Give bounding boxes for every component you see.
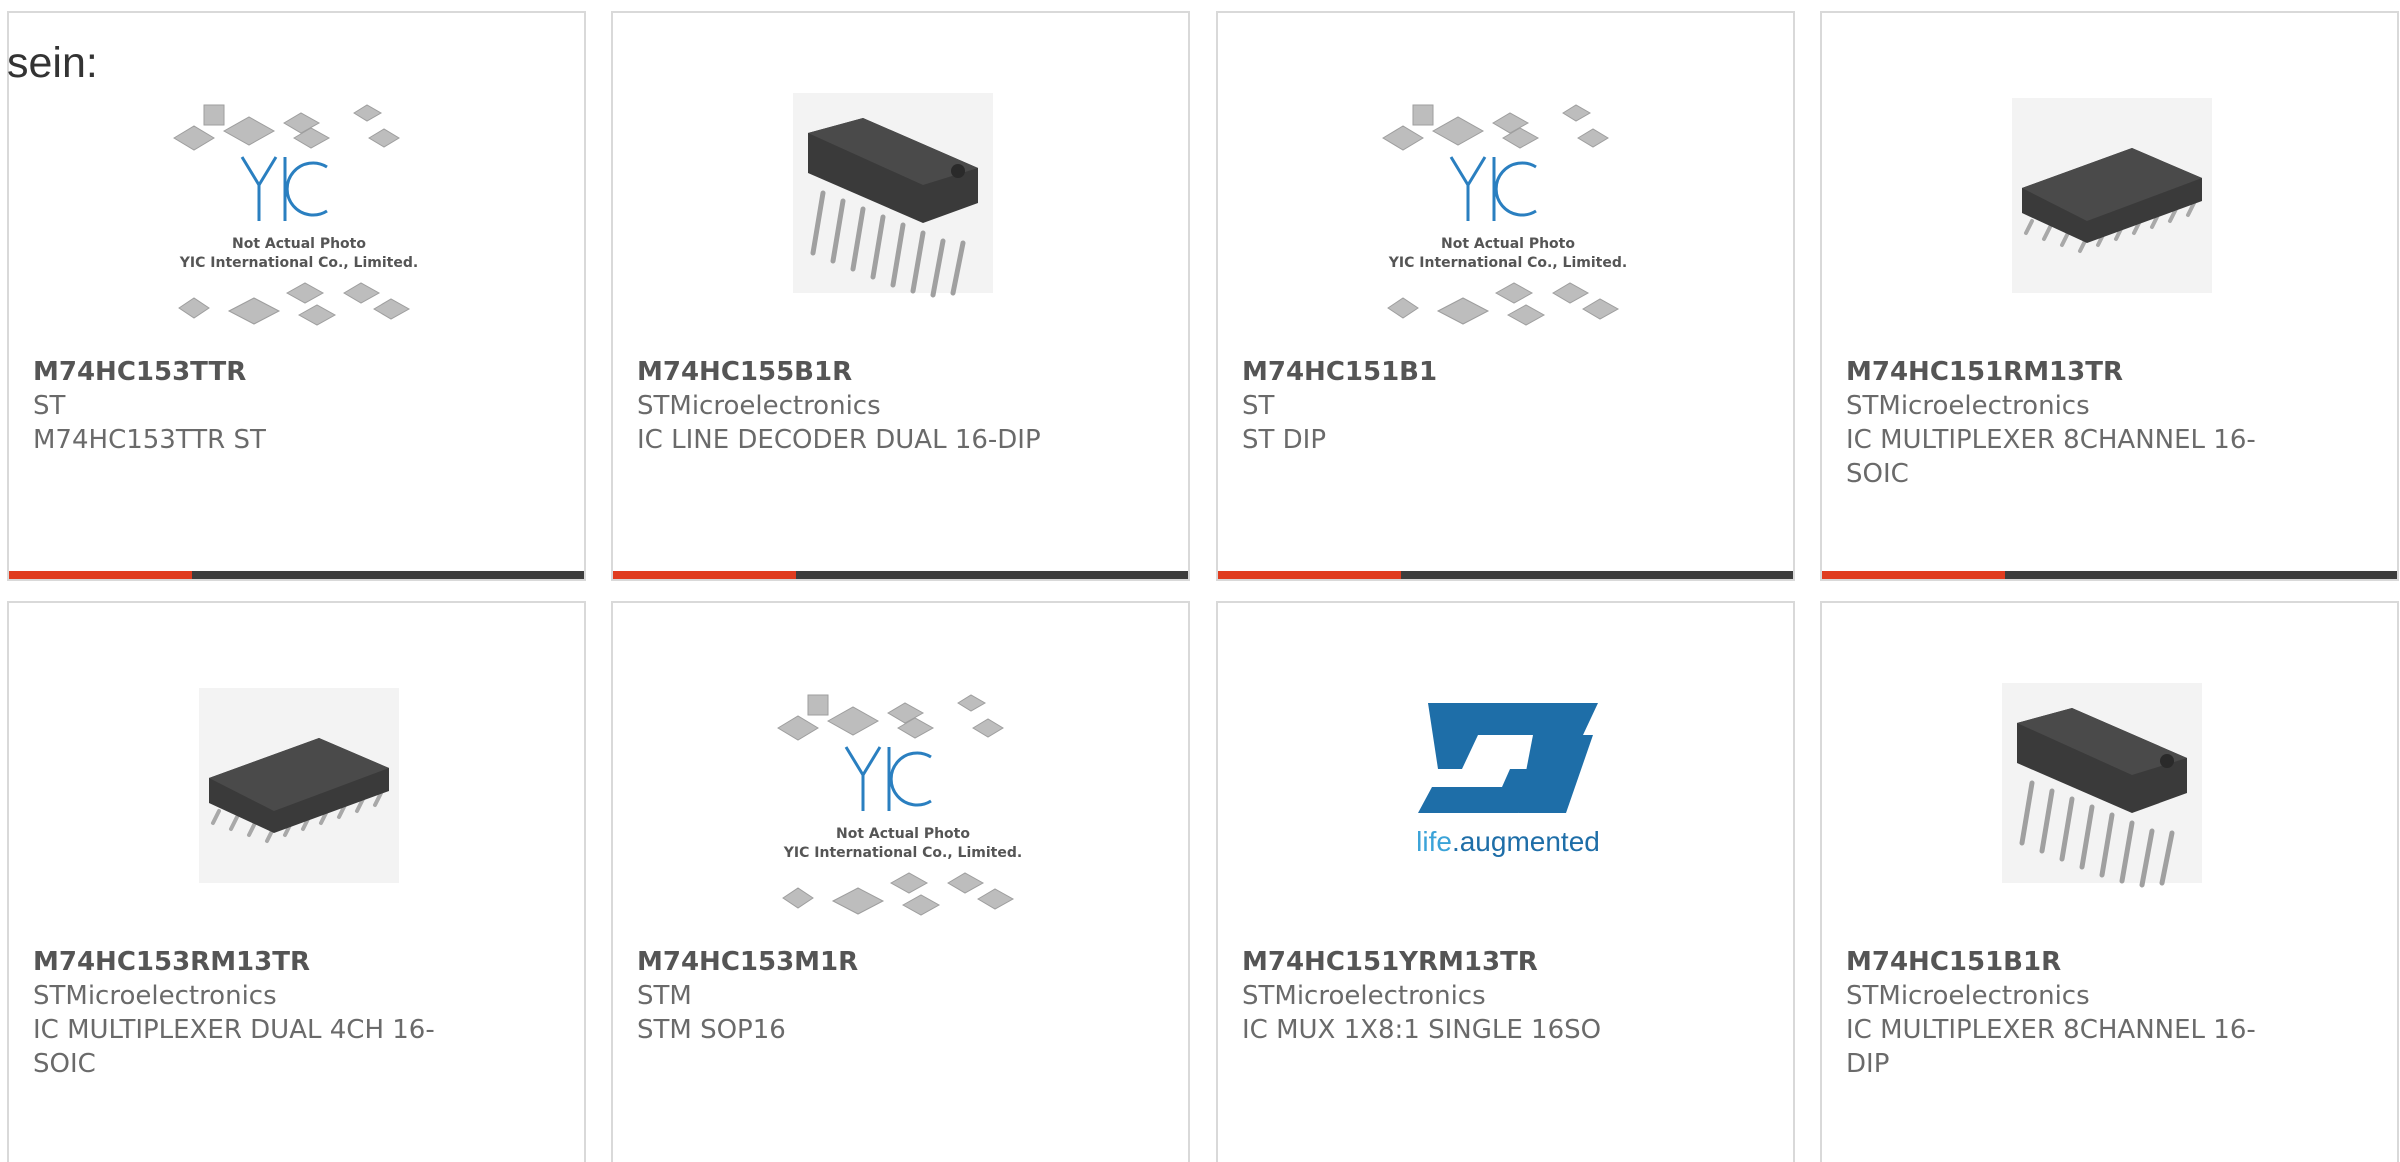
yic-placeholder-icon: Not Actual Photo YIC International Co., …	[173, 104, 418, 326]
manufacturer: STMicroelectronics	[33, 981, 277, 1011]
placeholder-caption-1: Not Actual Photo	[836, 826, 970, 842]
product-info: M74HC151YRM13TR STMicroelectronics IC MU…	[1242, 945, 1682, 1047]
product-info: M74HC155B1R STMicroelectronics IC LINE D…	[637, 355, 1077, 457]
yic-placeholder-icon: Not Actual Photo YIC International Co., …	[777, 694, 1022, 916]
product-card[interactable]: M74HC153RM13TR STMicroelectronics IC MUL…	[7, 601, 586, 1162]
dip16-chip-icon	[2002, 683, 2202, 888]
product-info: M74HC153M1R STM STM SOP16	[637, 945, 1077, 1047]
description: STM SOP16	[637, 1015, 786, 1045]
st-logo-icon: life.augmented	[1416, 703, 1600, 857]
description: M74HC153TTR ST	[33, 425, 266, 455]
card-footer-accent	[9, 571, 192, 579]
st-logo-tagline: life.augmented	[1416, 826, 1600, 857]
manufacturer: ST	[1242, 391, 1275, 421]
product-info: M74HC151B1R STMicroelectronics IC MULTIP…	[1846, 945, 2286, 1081]
placeholder-caption-2: YIC International Co., Limited.	[179, 255, 418, 271]
product-image[interactable]	[753, 93, 1053, 353]
product-info: M74HC151B1 ST ST DIP	[1242, 355, 1682, 457]
product-info: M74HC153TTR ST M74HC153TTR ST	[33, 355, 473, 457]
placeholder-caption-2: YIC International Co., Limited.	[783, 845, 1022, 861]
placeholder-caption-1: Not Actual Photo	[232, 236, 366, 252]
card-footer-accent	[613, 571, 796, 579]
intro-text: sein:	[7, 39, 98, 87]
part-number[interactable]: M74HC153TTR	[33, 355, 473, 389]
product-image[interactable]: Not Actual Photo YIC International Co., …	[753, 683, 1053, 943]
description: IC MULTIPLEXER 8CHANNEL 16-DIP	[1846, 1015, 2256, 1079]
product-card[interactable]: Not Actual Photo YIC International Co., …	[7, 11, 586, 581]
card-footer-bar	[1822, 571, 2397, 579]
card-footer-bar	[9, 571, 584, 579]
card-footer-accent	[1218, 571, 1401, 579]
product-image[interactable]	[1962, 683, 2262, 943]
product-card[interactable]: M74HC155B1R STMicroelectronics IC LINE D…	[611, 11, 1190, 581]
part-number[interactable]: M74HC153M1R	[637, 945, 1077, 979]
part-number[interactable]: M74HC151RM13TR	[1846, 355, 2286, 389]
part-number[interactable]: M74HC151B1R	[1846, 945, 2286, 979]
part-number[interactable]: M74HC151B1	[1242, 355, 1682, 389]
manufacturer: STMicroelectronics	[1242, 981, 1486, 1011]
part-number[interactable]: M74HC155B1R	[637, 355, 1077, 389]
description: IC MUX 1X8:1 SINGLE 16SO	[1242, 1015, 1602, 1045]
manufacturer: STMicroelectronics	[1846, 391, 2090, 421]
yic-placeholder-icon: Not Actual Photo YIC International Co., …	[1382, 104, 1627, 326]
product-image[interactable]	[149, 683, 449, 943]
soic16-chip-icon	[199, 688, 399, 883]
product-card[interactable]: Not Actual Photo YIC International Co., …	[611, 601, 1190, 1162]
product-info: M74HC153RM13TR STMicroelectronics IC MUL…	[33, 945, 473, 1081]
card-footer-accent	[1822, 571, 2005, 579]
product-info: M74HC151RM13TR STMicroelectronics IC MUL…	[1846, 355, 2286, 491]
product-card[interactable]: M74HC151B1R STMicroelectronics IC MULTIP…	[1820, 601, 2399, 1162]
card-footer-bar	[613, 571, 1188, 579]
product-image[interactable]: Not Actual Photo YIC International Co., …	[149, 93, 449, 353]
product-image[interactable]: Not Actual Photo YIC International Co., …	[1358, 93, 1658, 353]
product-card[interactable]: life.augmented M74HC151YRM13TR STMicroel…	[1216, 601, 1795, 1162]
description: ST DIP	[1242, 425, 1327, 455]
description: IC MULTIPLEXER 8CHANNEL 16-SOIC	[1846, 425, 2256, 489]
product-image[interactable]: life.augmented	[1358, 683, 1658, 943]
product-card[interactable]: Not Actual Photo YIC International Co., …	[1216, 11, 1795, 581]
product-image[interactable]	[1962, 93, 2262, 353]
part-number[interactable]: M74HC153RM13TR	[33, 945, 473, 979]
description: IC LINE DECODER DUAL 16-DIP	[637, 425, 1041, 455]
card-footer-bar	[1218, 571, 1793, 579]
dip16-chip-icon	[793, 93, 993, 298]
manufacturer: STMicroelectronics	[1846, 981, 2090, 1011]
description: IC MULTIPLEXER DUAL 4CH 16-SOIC	[33, 1015, 435, 1079]
placeholder-caption-2: YIC International Co., Limited.	[1388, 255, 1627, 271]
product-card[interactable]: M74HC151RM13TR STMicroelectronics IC MUL…	[1820, 11, 2399, 581]
part-number[interactable]: M74HC151YRM13TR	[1242, 945, 1682, 979]
manufacturer: ST	[33, 391, 66, 421]
soic16-chip-icon	[2012, 98, 2212, 293]
placeholder-caption-1: Not Actual Photo	[1441, 236, 1575, 252]
manufacturer: STMicroelectronics	[637, 391, 881, 421]
manufacturer: STM	[637, 981, 692, 1011]
